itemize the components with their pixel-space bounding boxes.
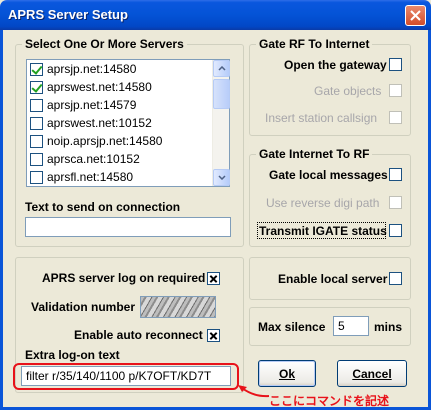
server-item[interactable]: aprswest.net:10152 (30, 115, 210, 132)
servers-group-title: Select One Or More Servers (22, 37, 187, 51)
server-item-label: aprswest.net:14580 (47, 80, 152, 94)
max-silence-unit: mins (374, 320, 403, 334)
log-required-label: APRS server log on required (42, 271, 206, 285)
close-icon (410, 10, 421, 21)
server-list[interactable]: aprsjp.net:14580 aprswest.net:14580 aprs… (26, 59, 230, 187)
gate-objects-checkbox[interactable] (389, 84, 402, 97)
validation-label: Validation number (31, 300, 136, 314)
send-text-label: Text to send on connection (25, 200, 181, 214)
reverse-digi-label: Use reverse digi path (266, 196, 380, 210)
server-checkbox[interactable] (30, 153, 43, 166)
server-item[interactable]: aprsca.net:10152 (30, 151, 210, 168)
gate-inet-title: Gate Internet To RF (256, 147, 373, 161)
gate-rf-title: Gate RF To Internet (256, 37, 373, 51)
server-checkbox[interactable] (30, 135, 43, 148)
gate-objects-label: Gate objects (314, 84, 382, 98)
annotation-arrow-icon (238, 385, 270, 398)
dialog-window: APRS Server Setup Select One Or More Ser… (0, 0, 431, 410)
max-silence-label: Max silence (258, 320, 326, 334)
scroll-down-button[interactable] (213, 169, 230, 186)
server-item-label: aprswest.net:10152 (47, 116, 152, 130)
reverse-digi-checkbox[interactable] (389, 196, 402, 209)
server-checkbox[interactable] (30, 171, 43, 184)
ok-button-label: Ok (278, 366, 295, 381)
transmit-igate-label: Transmit IGATE status (259, 224, 387, 238)
server-item-label: noip.aprsjp.net:14580 (47, 134, 163, 148)
server-item-label: aprsjp.net:14580 (47, 62, 137, 76)
transmit-igate-checkbox[interactable] (389, 224, 402, 237)
server-item-label: aprsca.net:10152 (47, 152, 140, 166)
annotation-text: ここにコマンドを記述 (269, 394, 390, 408)
validation-number-field[interactable] (140, 296, 216, 318)
server-item[interactable]: noip.aprsjp.net:14580 (30, 133, 210, 150)
cancel-button-label: Cancel (352, 366, 392, 381)
server-checkbox[interactable] (30, 63, 43, 76)
open-gateway-label: Open the gateway (284, 58, 387, 72)
server-item[interactable]: aprsfl.net:14580 (30, 169, 210, 186)
title-bar[interactable]: APRS Server Setup (0, 0, 431, 30)
scroll-up-button[interactable] (213, 60, 230, 77)
server-item-label: aprsjp.net:14579 (47, 98, 137, 112)
auto-reconnect-label: Enable auto reconnect (74, 328, 203, 342)
send-text-input[interactable] (25, 217, 231, 237)
insert-callsign-label: Insert station callsign (265, 111, 378, 125)
gate-local-label: Gate local messages (269, 168, 388, 182)
server-list-scrollbar[interactable] (212, 60, 230, 186)
window-title: APRS Server Setup (8, 7, 128, 22)
extra-logon-label: Extra log-on text (25, 348, 120, 362)
chevron-down-icon (217, 175, 226, 180)
server-item[interactable]: aprsjp.net:14580 (30, 61, 210, 78)
insert-callsign-checkbox[interactable] (389, 111, 402, 124)
gate-local-checkbox[interactable] (389, 168, 402, 181)
cancel-button[interactable]: Cancel (337, 360, 407, 387)
max-silence-input[interactable]: 5 (333, 316, 369, 336)
auto-reconnect-checkbox[interactable] (207, 329, 220, 342)
server-item[interactable]: aprsjp.net:14579 (30, 97, 210, 114)
server-checkbox[interactable] (30, 81, 43, 94)
server-item[interactable]: aprswest.net:14580 (30, 79, 210, 96)
server-checkbox[interactable] (30, 117, 43, 130)
open-gateway-checkbox[interactable] (389, 58, 402, 71)
scroll-thumb[interactable] (213, 79, 230, 109)
window-frame-left (0, 30, 3, 410)
server-item-label: aprsfl.net:14580 (47, 170, 134, 184)
local-server-checkbox[interactable] (389, 272, 402, 285)
log-required-checkbox[interactable] (207, 272, 220, 285)
local-server-label: Enable local server (278, 272, 388, 286)
server-checkbox[interactable] (30, 99, 43, 112)
annotation-highlight (13, 363, 239, 390)
chevron-up-icon (217, 66, 226, 71)
close-button[interactable] (405, 5, 426, 26)
